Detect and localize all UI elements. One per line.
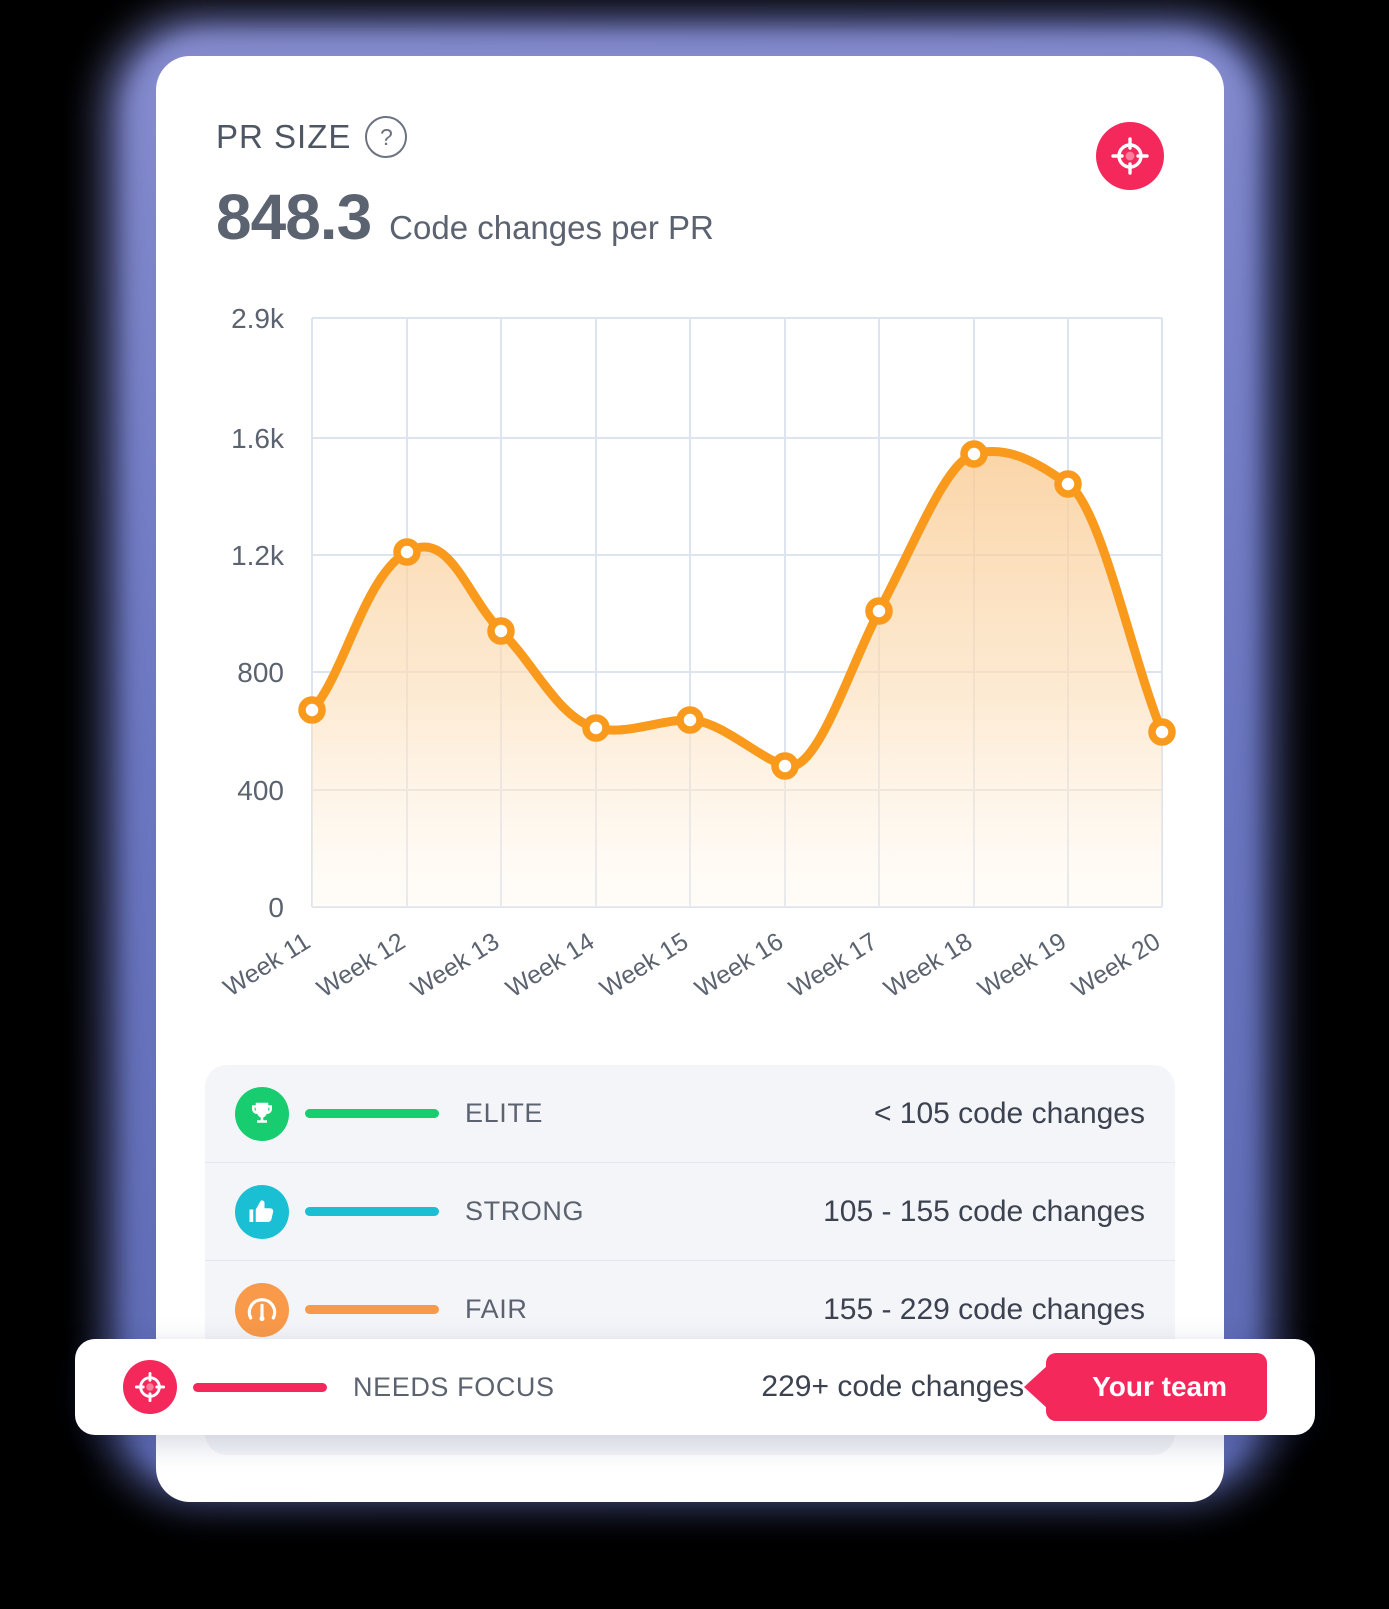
page-title: PR SIZE [216,118,352,155]
legend-range: 105 - 155 code changes [823,1194,1145,1228]
crosshair-target-icon [123,1360,177,1414]
kpi-title-row: PR SIZE ? [216,116,1164,158]
kpi-unit-label: Code changes per PR [389,209,714,246]
x-tick-label: Week 16 [690,927,788,1003]
data-point [676,706,704,734]
x-tick-label: Week 18 [879,927,977,1003]
legend-color-line [305,1109,439,1118]
target-button[interactable] [1096,122,1164,190]
question-mark-icon[interactable]: ? [365,116,408,158]
data-point [1148,718,1176,746]
data-point [582,714,610,742]
legend-range: < 105 code changes [873,1096,1145,1130]
trophy-icon [235,1086,289,1141]
x-tick-label: Week 14 [501,927,599,1003]
x-tick-label: Week 12 [312,927,410,1003]
screenshot-root: PR SIZE ? 848.3 Code changes per PR 2.9k… [0,0,1389,1609]
y-tick-label: 800 [237,657,284,688]
legend-color-line [305,1207,439,1216]
y-tick-label: 2.9k [231,303,285,334]
data-point [771,752,799,780]
x-tick-label: Week 15 [595,927,693,1003]
legend-label: ELITE [465,1098,544,1128]
x-tick-label: Week 19 [973,927,1071,1003]
y-tick-label: 1.6k [231,423,285,454]
y-tick-label: 0 [268,892,284,923]
kpi-value-row: 848.3 Code changes per PR [216,180,1164,254]
data-point [960,440,988,468]
thumbs-up-icon [235,1184,289,1239]
legend-label: STRONG [465,1196,585,1226]
pr-size-card: PR SIZE ? 848.3 Code changes per PR 2.9k… [156,56,1224,1502]
legend-label: NEEDS FOCUS [353,1371,555,1402]
chart-area-fill [312,451,1162,907]
y-axis-labels: 2.9k 1.6k 1.2k 800 400 0 [231,303,285,923]
chart-data-points [298,440,1176,780]
crosshair-target-icon [1111,137,1149,175]
data-point [393,538,421,566]
legend-row-strong[interactable]: STRONG 105 - 155 code changes [205,1163,1175,1261]
legend-color-line [193,1382,327,1392]
x-tick-label: Week 13 [406,927,504,1003]
legend-color-line [305,1305,439,1314]
data-point [487,617,515,645]
x-tick-label: Week 11 [219,927,316,1002]
x-tick-label: Week 20 [1067,927,1165,1003]
y-tick-label: 1.2k [231,540,285,571]
your-team-badge: Your team [1046,1353,1267,1421]
data-point [1054,470,1082,498]
data-point [865,597,893,625]
chart-gridlines [311,317,1163,908]
legend-label: FAIR [465,1294,528,1324]
x-axis-labels: Week 11 Week 12 Week 13 Week 14 Week 15 … [219,927,1166,1003]
legend-range: 155 - 229 code changes [823,1292,1145,1326]
legend-row-elite[interactable]: ELITE < 105 code changes [205,1065,1175,1163]
data-point [298,696,326,724]
legend-row-needs-focus[interactable]: NEEDS FOCUS 229+ code changes Your team [75,1339,1315,1435]
y-tick-label: 400 [237,775,284,806]
chart-line [307,447,1167,772]
gauge-icon [235,1282,289,1337]
card-header: PR SIZE ? 848.3 Code changes per PR [216,116,1164,254]
x-tick-label: Week 17 [784,927,882,1003]
kpi-value: 848.3 [216,181,372,253]
legend-range: 229+ code changes [761,1370,1025,1403]
